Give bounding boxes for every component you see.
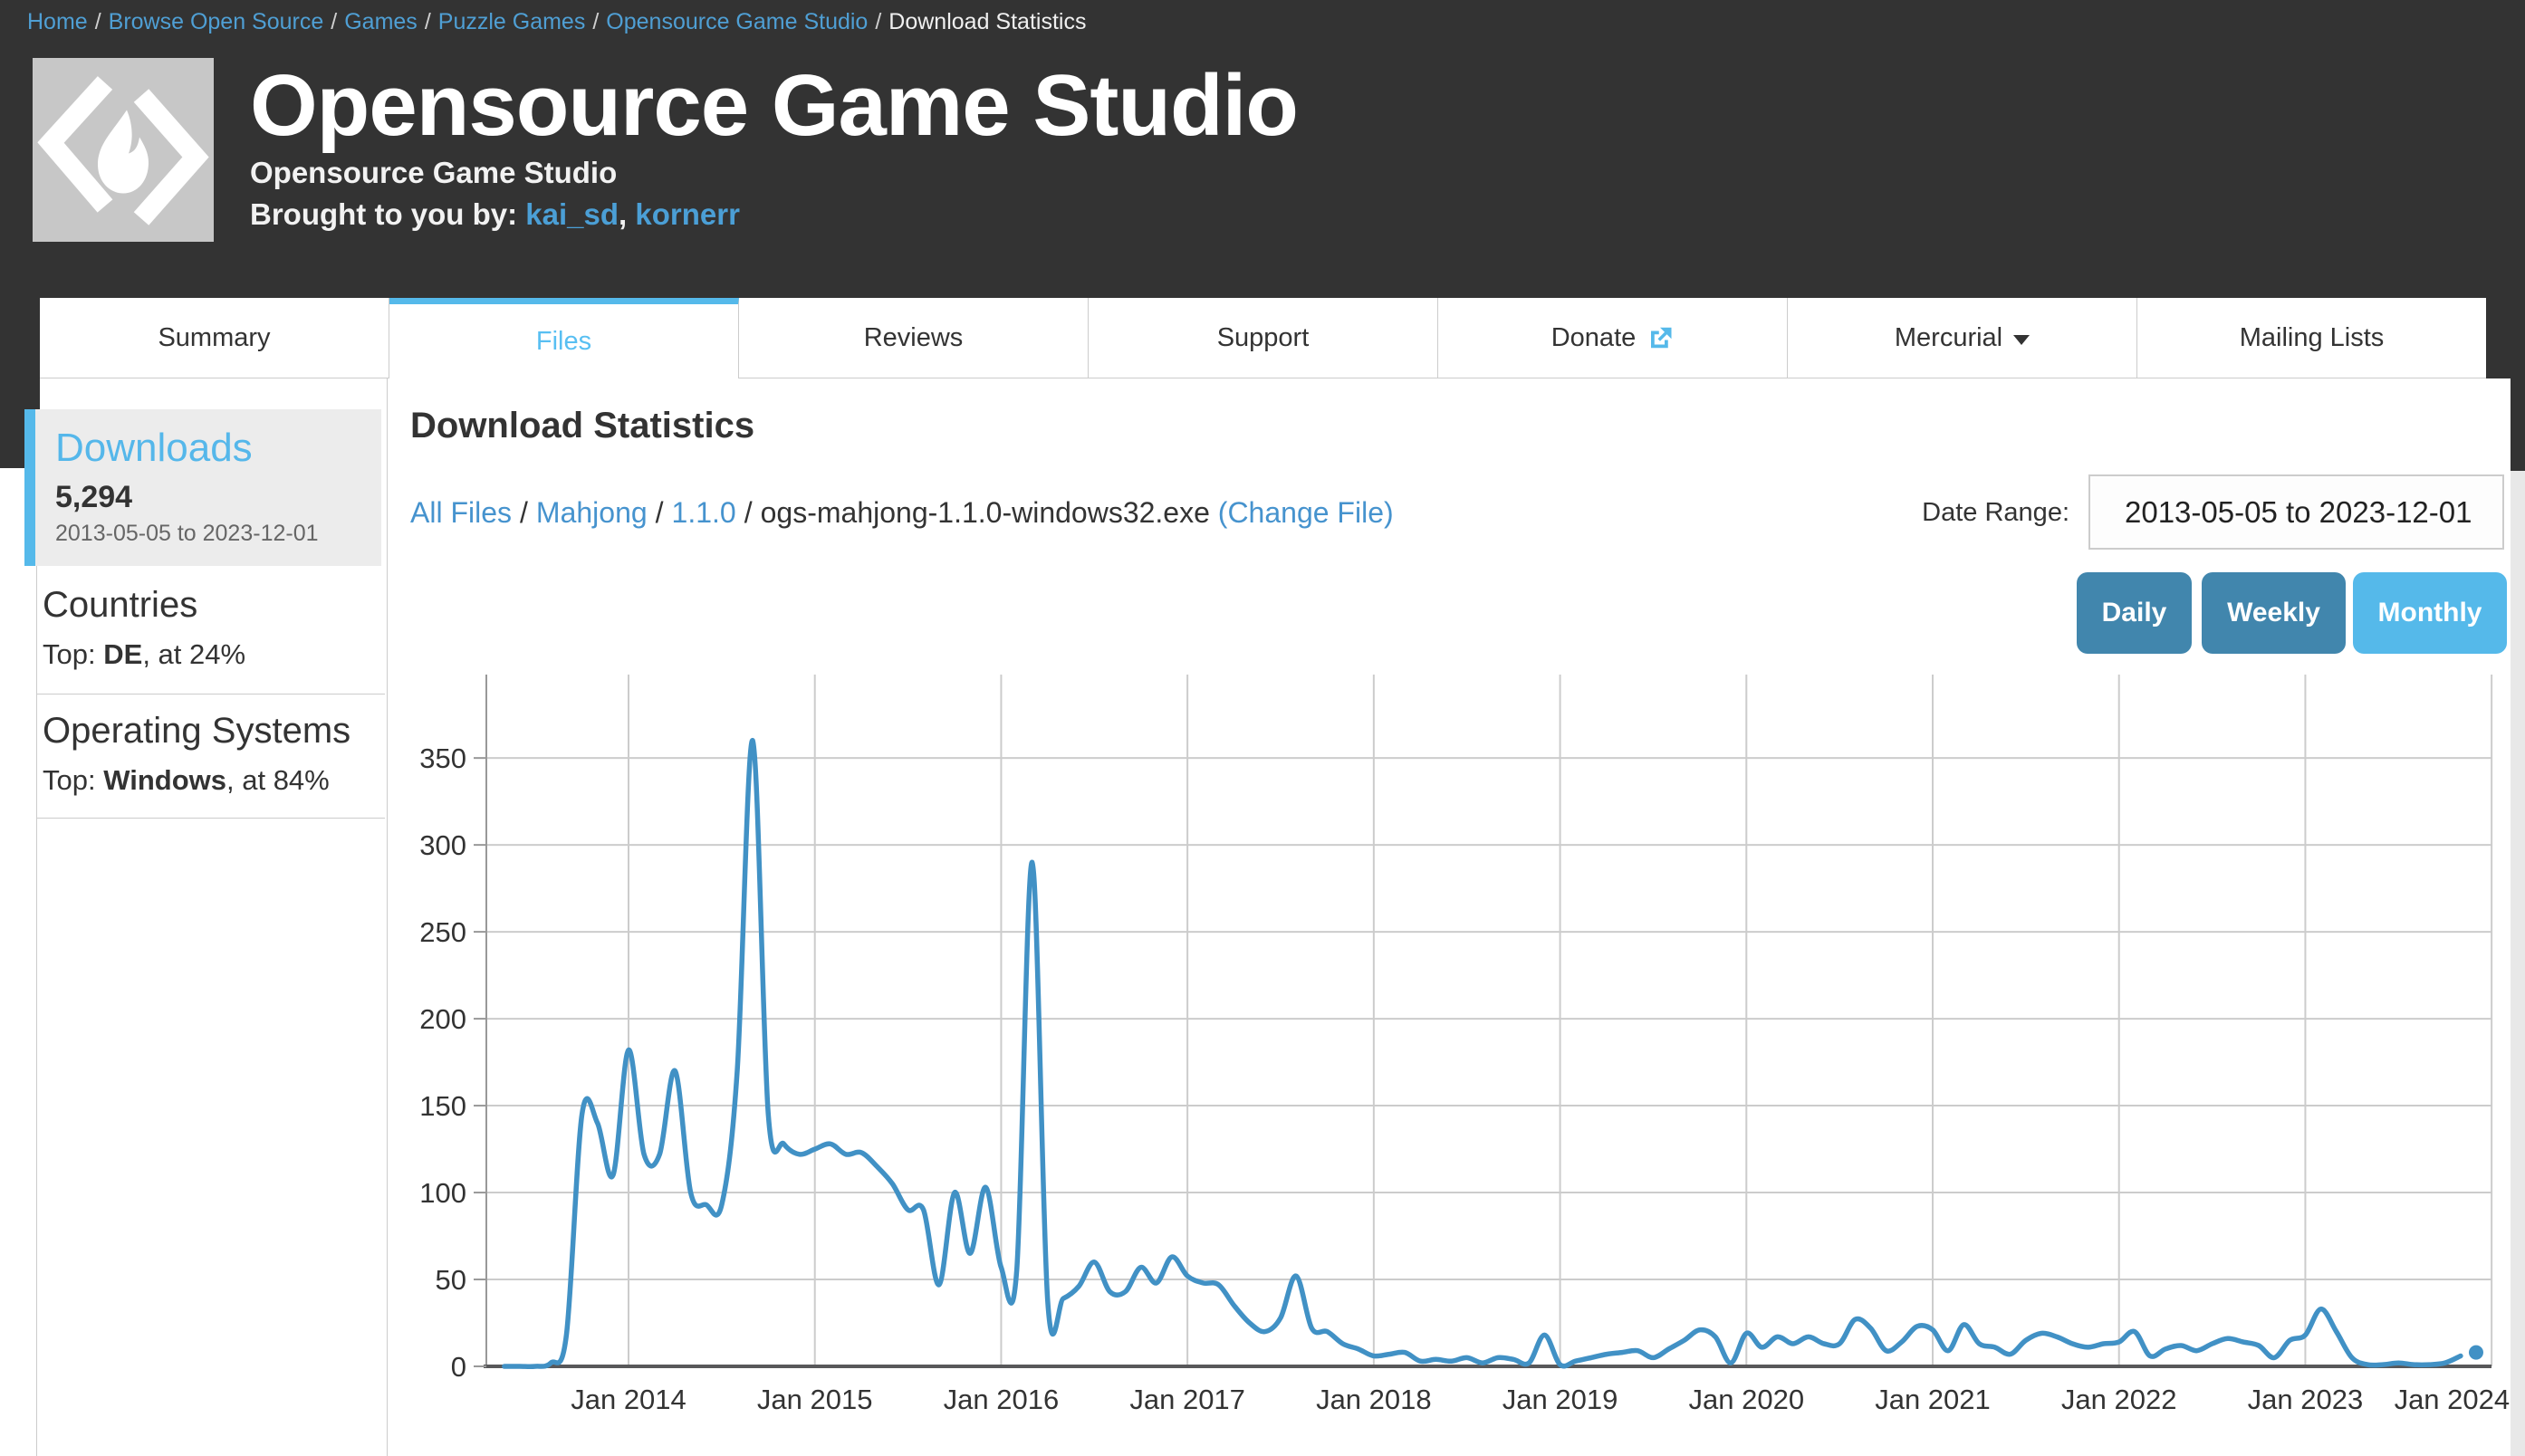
monthly-button[interactable]: Monthly xyxy=(2353,572,2507,654)
change-file-link[interactable]: (Change File) xyxy=(1218,496,1394,529)
downloads-date-range: 2013-05-05 to 2023-12-01 xyxy=(55,521,381,547)
external-link-icon xyxy=(1647,324,1674,351)
breadcrumb-link-puzzle-games[interactable]: Puzzle Games xyxy=(438,9,586,34)
countries-label: Countries xyxy=(43,585,385,626)
file-path-all-files-link[interactable]: All Files xyxy=(410,496,512,529)
maintainer-link-kornerr[interactable]: kornerr xyxy=(635,197,740,231)
svg-text:350: 350 xyxy=(419,742,466,774)
sidebar-item-operating-systems[interactable]: Operating Systems Top: Windows, at 84% xyxy=(37,694,385,819)
project-logo xyxy=(33,58,214,242)
tab-label: Reviews xyxy=(864,323,964,353)
path-separator: / xyxy=(656,496,664,529)
breadcrumb-link-home[interactable]: Home xyxy=(27,9,88,34)
downloads-total: 5,294 xyxy=(55,480,381,515)
os-top-stat: Top: Windows, at 84% xyxy=(43,764,385,797)
maintainer-link-kai-sd[interactable]: kai_sd xyxy=(525,197,619,231)
tab-label: Donate xyxy=(1551,323,1637,353)
page-title: Opensource Game Studio xyxy=(250,56,1298,156)
date-range-label: Date Range: xyxy=(1811,498,2069,528)
svg-text:Jan 2015: Jan 2015 xyxy=(757,1384,873,1415)
file-path-version-link[interactable]: 1.1.0 xyxy=(672,496,736,529)
breadcrumb-separator: / xyxy=(425,9,431,34)
svg-text:Jan 2014: Jan 2014 xyxy=(571,1384,686,1415)
caret-down-icon xyxy=(2013,335,2030,345)
maintainer-separator: , xyxy=(619,197,627,231)
tab-files[interactable]: Files xyxy=(389,298,739,378)
svg-text:300: 300 xyxy=(419,829,466,861)
top-percent: , at 24% xyxy=(142,638,245,670)
os-label: Operating Systems xyxy=(43,711,385,752)
top-country: DE xyxy=(103,638,142,670)
section-heading: Download Statistics xyxy=(410,406,754,446)
current-file-name: ogs-mahjong-1.1.0-windows32.exe xyxy=(761,496,1210,529)
svg-text:0: 0 xyxy=(451,1351,466,1383)
tab-mailing-lists[interactable]: Mailing Lists xyxy=(2137,298,2486,378)
tab-summary[interactable]: Summary xyxy=(40,298,389,378)
daily-button[interactable]: Daily xyxy=(2077,572,2192,654)
tab-label: Mailing Lists xyxy=(2240,323,2385,353)
project-subtitle: Opensource Game Studio xyxy=(250,156,617,190)
breadcrumb-separator: / xyxy=(875,9,881,34)
svg-text:Jan 2016: Jan 2016 xyxy=(944,1384,1060,1415)
sidebar-item-countries[interactable]: Countries Top: DE, at 24% xyxy=(37,569,385,694)
breadcrumb-link-project[interactable]: Opensource Game Studio xyxy=(606,9,868,34)
breadcrumb-link-browse[interactable]: Browse Open Source xyxy=(109,9,324,34)
svg-text:250: 250 xyxy=(419,916,466,948)
svg-text:200: 200 xyxy=(419,1003,466,1035)
svg-text:Jan 2020: Jan 2020 xyxy=(1689,1384,1805,1415)
breadcrumb-separator: / xyxy=(95,9,101,34)
tab-donate[interactable]: Donate xyxy=(1438,298,1788,378)
svg-text:100: 100 xyxy=(419,1177,466,1209)
tab-label: Support xyxy=(1217,323,1310,353)
tab-label: Mercurial xyxy=(1895,323,2002,353)
flame-diamond-icon xyxy=(33,58,214,242)
breadcrumb-separator: / xyxy=(331,9,337,34)
tab-reviews[interactable]: Reviews xyxy=(739,298,1089,378)
sidebar-item-downloads[interactable]: Downloads 5,294 2013-05-05 to 2023-12-01 xyxy=(24,409,381,566)
svg-text:Jan 2018: Jan 2018 xyxy=(1316,1384,1432,1415)
path-separator: / xyxy=(520,496,528,529)
svg-text:Jan 2017: Jan 2017 xyxy=(1129,1384,1245,1415)
tab-support[interactable]: Support xyxy=(1089,298,1438,378)
brought-by-label: Brought to you by: xyxy=(250,197,517,231)
tab-bar: Summary Files Reviews Support Donate Mer… xyxy=(0,298,2525,378)
svg-text:Jan 2022: Jan 2022 xyxy=(2061,1384,2177,1415)
top-label: Top: xyxy=(43,638,96,670)
svg-text:Jan 2023: Jan 2023 xyxy=(2248,1384,2364,1415)
breadcrumb-current: Download Statistics xyxy=(888,9,1086,34)
countries-top-stat: Top: DE, at 24% xyxy=(43,638,385,671)
sidebar-downloads-label: Downloads xyxy=(55,426,381,471)
svg-text:Jan 2019: Jan 2019 xyxy=(1503,1384,1618,1415)
date-range-input[interactable] xyxy=(2088,474,2504,550)
weekly-button[interactable]: Weekly xyxy=(2202,572,2346,654)
breadcrumb-separator: / xyxy=(592,9,599,34)
tab-mercurial[interactable]: Mercurial xyxy=(1788,298,2137,378)
breadcrumb-link-games[interactable]: Games xyxy=(344,9,418,34)
file-path-mahjong-link[interactable]: Mahjong xyxy=(536,496,648,529)
brought-by-line: Brought to you by: kai_sd, kornerr xyxy=(250,197,740,232)
breadcrumb: Home/Browse Open Source/Games/Puzzle Gam… xyxy=(27,9,1086,35)
svg-text:Jan 2024: Jan 2024 xyxy=(2395,1384,2511,1415)
top-label: Top: xyxy=(43,764,96,796)
svg-text:150: 150 xyxy=(419,1090,466,1122)
tab-label: Files xyxy=(536,327,591,357)
top-percent: , at 84% xyxy=(226,764,330,796)
scrollbar-header-section xyxy=(2511,0,2525,471)
svg-text:Jan 2021: Jan 2021 xyxy=(1875,1384,1991,1415)
tab-label: Summary xyxy=(158,323,270,353)
file-path-breadcrumb: All Files/Mahjong/1.1.0/ogs-mahjong-1.1.… xyxy=(410,496,1394,530)
header: Home/Browse Open Source/Games/Puzzle Gam… xyxy=(0,0,2525,298)
svg-text:50: 50 xyxy=(436,1264,466,1296)
path-separator: / xyxy=(744,496,753,529)
top-os: Windows xyxy=(103,764,226,796)
